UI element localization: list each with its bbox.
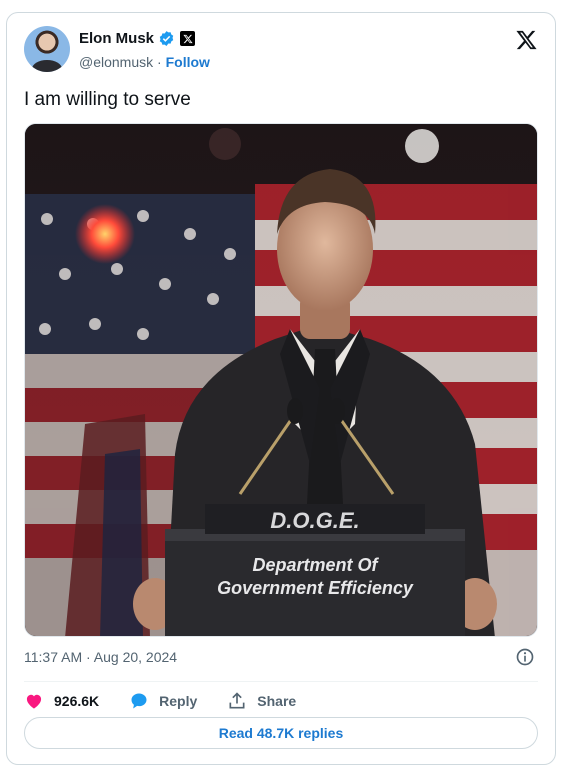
x-affiliate-icon bbox=[180, 31, 196, 46]
handle-separator: · bbox=[157, 54, 162, 70]
podium-logo-text: D.O.G.E. bbox=[270, 508, 359, 533]
author-name-row: Elon Musk bbox=[79, 30, 196, 47]
action-bar: 926.6K Reply Share bbox=[24, 687, 326, 715]
info-icon[interactable] bbox=[515, 647, 535, 667]
tweet-timestamp[interactable]: 11:37 AM · Aug 20, 2024 bbox=[24, 649, 177, 665]
tweet-text: I am willing to serve bbox=[24, 89, 191, 110]
tweet-image-graphic: D.O.G.E. Department Of Government Effici… bbox=[25, 124, 537, 636]
podium-line1-text: Department Of bbox=[252, 555, 379, 575]
read-replies-button[interactable]: Read 48.7K replies bbox=[24, 717, 538, 749]
heart-icon bbox=[26, 694, 42, 709]
like-button[interactable]: 926.6K bbox=[24, 691, 99, 711]
like-count: 926.6K bbox=[54, 693, 100, 709]
reply-button[interactable]: Reply bbox=[129, 691, 197, 711]
author-name[interactable]: Elon Musk bbox=[79, 30, 154, 47]
tweet-image[interactable]: D.O.G.E. Department Of Government Effici… bbox=[24, 123, 538, 637]
follow-link[interactable]: Follow bbox=[166, 54, 210, 70]
x-logo-icon[interactable] bbox=[515, 29, 538, 51]
share-button[interactable]: Share bbox=[227, 691, 296, 711]
author-handle[interactable]: @elonmusk bbox=[79, 54, 153, 70]
verified-badge-icon bbox=[159, 31, 174, 46]
podium-line2-text: Government Efficiency bbox=[217, 578, 414, 598]
reply-bubble-icon bbox=[131, 693, 147, 709]
share-icon bbox=[229, 692, 245, 709]
author-handle-row: @elonmusk · Follow bbox=[79, 54, 210, 70]
reply-label: Reply bbox=[159, 693, 198, 709]
tweet-card: Elon Musk @elonmusk · Follow I am willin… bbox=[6, 12, 556, 765]
avatar[interactable] bbox=[24, 26, 70, 72]
share-label: Share bbox=[257, 693, 297, 709]
divider bbox=[24, 681, 538, 682]
